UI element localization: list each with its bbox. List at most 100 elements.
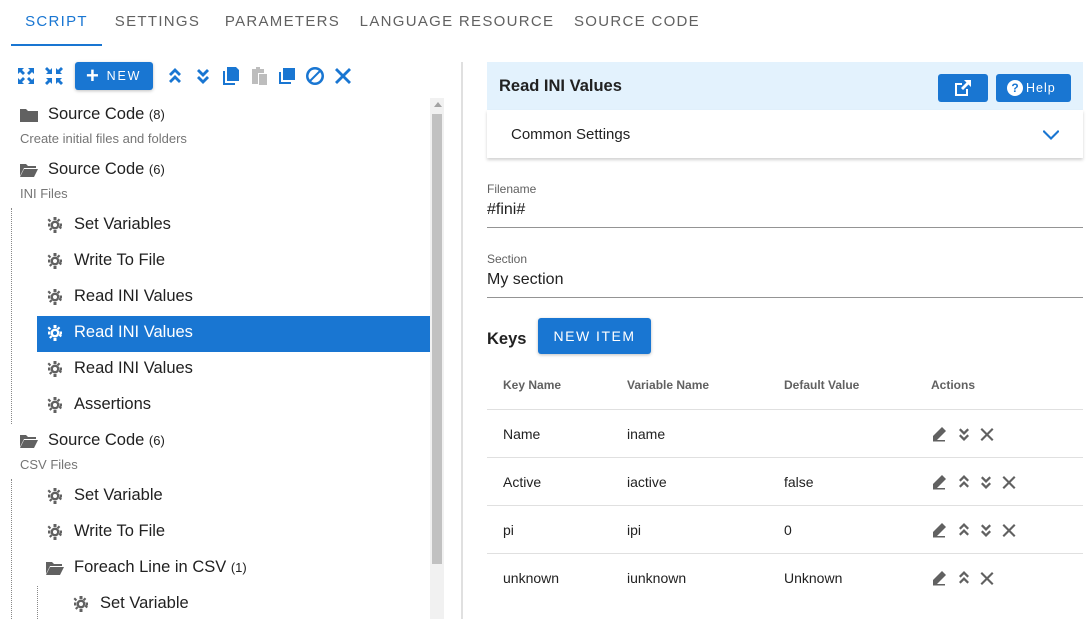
gear-icon [72,596,90,612]
copy-icon[interactable] [221,66,241,86]
tree-folder-source-code[interactable]: Source Code (6) [0,424,430,458]
tree-item[interactable]: Write To File [37,515,430,549]
move-down-icon[interactable] [978,522,994,538]
key-name-cell: unknown [503,570,560,586]
column-header: Default Value [784,378,860,392]
section-input[interactable] [487,271,1077,289]
tree-connector [37,586,38,619]
tab-script[interactable]: SCRIPT [11,0,102,46]
scrollbar-thumb[interactable] [432,114,442,564]
new-button[interactable]: + NEW [75,62,153,90]
tree-item-label: Assertions [74,395,152,413]
disable-icon[interactable] [305,66,325,86]
edit-icon[interactable] [931,474,947,490]
tree-scrollbar[interactable] [430,98,444,619]
move-up-icon[interactable] [165,66,185,86]
move-up-icon[interactable] [956,474,972,490]
key-name-cell: Name [503,426,541,442]
tree-node-description: INI Files [20,186,68,201]
help-button[interactable]: ? Help [996,74,1071,102]
tree-node-description: CSV Files [20,457,78,472]
tab-settings[interactable]: SETTINGS [106,0,209,46]
delete-icon[interactable] [1001,522,1017,538]
folder-open-icon [20,162,38,178]
edit-icon[interactable] [931,522,947,538]
expand-all-icon[interactable] [16,66,36,86]
collapse-all-icon[interactable] [44,66,64,86]
tree-item-label: Read INI Values [74,323,193,341]
tree-item-label: Write To File [74,251,166,269]
table-row[interactable]: pi ipi 0 [487,505,1083,553]
tree-item[interactable]: Set Variables [37,208,430,242]
panel-title: Read INI Values [499,77,622,95]
edit-icon[interactable] [931,570,947,586]
tab-parameters[interactable]: PARAMETERS [218,0,347,46]
gear-icon [46,253,64,269]
variable-name-cell: ipi [627,522,642,538]
tree-node-count: (1) [230,560,247,575]
filename-input[interactable] [487,201,1077,219]
move-down-icon[interactable] [193,66,213,86]
tree-folder-foreach[interactable]: Foreach Line in CSV (1) [37,551,430,585]
common-settings-expander[interactable]: Common Settings [487,110,1083,158]
tree-item[interactable]: Write To File [37,244,430,278]
column-header: Variable Name [627,378,710,392]
tab-language-resource[interactable]: LANGUAGE RESOURCE [356,0,558,46]
external-link-icon [955,80,971,96]
move-down-icon[interactable] [978,474,994,490]
panel-divider[interactable] [461,62,463,619]
properties-header: Read INI Values ? Help [487,62,1083,110]
tree-item-label: Set Variable [74,486,163,504]
edit-icon[interactable] [931,426,947,442]
gear-icon [46,217,64,233]
folder-open-icon [20,433,38,449]
tree-node-count: (6) [148,162,165,177]
tree-folder-source-code[interactable]: Source Code (6) [0,153,430,187]
plus-icon: + [86,63,101,88]
scroll-up-arrow-icon[interactable] [434,102,442,107]
tree-item[interactable]: Set Variable [63,587,430,619]
table-row[interactable]: Active iactive false [487,457,1083,505]
table-row[interactable]: unknown iunknown Unknown [487,553,1083,601]
tab-source-code[interactable]: SOURCE CODE [567,0,707,46]
tree-item-label: Set Variable [100,594,189,612]
paste-icon [249,66,269,86]
table-row[interactable]: Name iname [487,409,1083,457]
tree-node-count: (8) [148,107,165,122]
tree-item[interactable]: Read INI Values [37,352,430,386]
default-value-cell: Unknown [784,570,843,586]
section-label: Section [487,252,528,266]
tab-bar: SCRIPT SETTINGS PARAMETERS LANGUAGE RESO… [0,0,1091,46]
move-down-icon[interactable] [956,426,972,442]
gear-icon [46,325,64,341]
new-item-button[interactable]: NEW ITEM [538,318,651,354]
gear-icon [46,289,64,305]
default-value-cell: 0 [784,522,792,538]
tree-item-label: Write To File [74,522,166,540]
tree-item[interactable]: Assertions [37,388,430,422]
delete-icon[interactable] [333,66,353,86]
tree-folder-source-code[interactable]: Source Code (8) [0,98,430,132]
column-header: Key Name [503,378,562,392]
question-icon: ? [1007,80,1023,96]
open-external-button[interactable] [938,74,988,102]
tree-item[interactable]: Set Variable [37,479,430,513]
delete-icon[interactable] [979,426,995,442]
chevron-down-icon [1042,127,1060,140]
tree-item-label: Read INI Values [74,287,193,305]
delete-icon[interactable] [1001,474,1017,490]
tree-item[interactable]: Read INI Values [37,280,430,314]
tree-node-label: Source Code [48,160,145,178]
tree-item-selected[interactable]: Read INI Values [37,316,430,352]
variable-name-cell: iactive [627,474,667,490]
move-up-icon[interactable] [956,570,972,586]
tree-connector [11,479,12,619]
filename-label: Filename [487,182,537,196]
move-up-icon[interactable] [956,522,972,538]
delete-icon[interactable] [979,570,995,586]
gear-icon [46,361,64,377]
tree-item-label: Read INI Values [74,359,193,377]
duplicate-icon[interactable] [277,66,297,86]
tree-node-label: Foreach Line in CSV [74,558,227,576]
tree-node-count: (6) [148,433,165,448]
